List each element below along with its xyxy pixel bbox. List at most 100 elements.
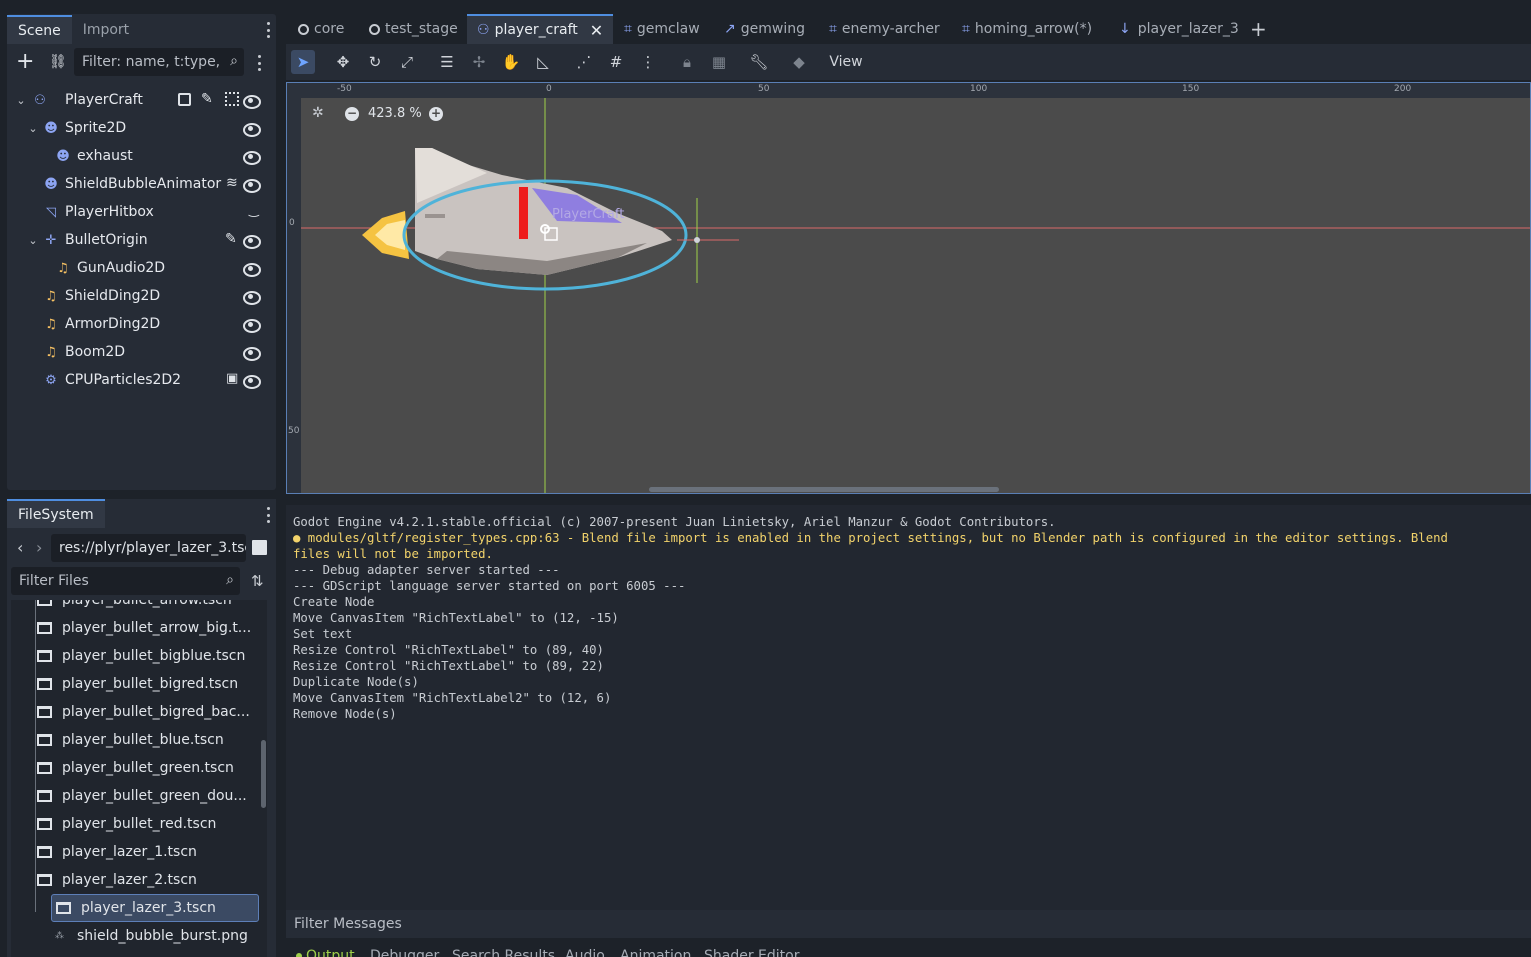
close-icon[interactable]: ✕ [590,21,603,40]
visibility-eye-icon[interactable] [243,319,261,333]
back-arrow-icon[interactable]: ‹ [17,538,23,557]
file-list: player_bullet_arrow.tscn player_bullet_a… [11,600,267,957]
tree-node-exhaust[interactable]: ☻ exhaust [7,142,269,170]
tab-filesystem[interactable]: FileSystem [7,499,105,528]
file-item[interactable]: ⁂ shield_bubble_burst.png [37,922,267,950]
pivot-tool-icon[interactable]: ✢ [467,50,491,74]
tab-import[interactable]: Import [72,15,140,44]
tab-enemy-archer[interactable]: ⌗ enemy-archer [829,14,940,44]
tab-gemwing[interactable]: ↗ gemwing [724,14,805,44]
visibility-eye-icon[interactable] [243,151,261,165]
signal-icon[interactable]: ≋ [226,175,238,191]
link-icon[interactable]: ⛓ [49,54,67,70]
forward-arrow-icon[interactable]: › [36,538,42,557]
tab-gemclaw[interactable]: ⌗ gemclaw [624,14,700,44]
grid-snap-icon[interactable]: # [604,50,628,74]
zoom-level[interactable]: 423.8 % [368,106,422,121]
tab-output[interactable]: Output [296,948,355,957]
tab-audio[interactable]: Audio [565,948,605,957]
visibility-eye-icon[interactable] [243,263,261,277]
group-icon[interactable]: ▦ [707,50,731,74]
file-item[interactable]: player_bullet_red.tscn [37,810,267,838]
file-item[interactable]: player_bullet_arrow.tscn [37,600,267,614]
tab-player-lazer-3[interactable]: ↓ player_lazer_3 [1119,14,1239,44]
tab-shader-editor[interactable]: Shader Editor [704,948,799,957]
tree-node-cpuparticles2d2[interactable]: ⚙ CPUParticles2D2 ▣ [7,366,269,394]
script-icon[interactable]: ✎ [201,91,213,107]
tree-node-playerhitbox[interactable]: ◹ PlayerHitbox ‿ [7,198,269,226]
file-item[interactable]: player_lazer_1.tscn [37,838,267,866]
skeleton-icon[interactable]: 🔧︎ [747,50,771,74]
smart-snap-icon[interactable]: ⋰ [572,50,596,74]
snap-options-icon[interactable]: ⋮ [636,50,660,74]
pan-tool-icon[interactable]: ✋ [499,50,523,74]
script-icon[interactable]: ✎ [225,231,237,247]
tree-node-sprite2d[interactable]: ⌄ ☻ Sprite2D [7,114,269,142]
file-item[interactable]: player_bullet_green.tscn [37,754,267,782]
filesystem-menu-icon[interactable] [266,507,270,523]
clapper-icon[interactable]: ▣ [226,371,238,386]
filter-files-input[interactable]: Filter Files ⌕ [11,567,240,595]
tab-debugger[interactable]: Debugger [370,948,439,957]
scene-dock-menu-icon[interactable] [266,22,270,38]
camera-override-icon[interactable]: ◆ [787,50,811,74]
scale-tool-icon[interactable]: ⤢ [395,50,419,74]
zoom-out-icon[interactable]: − [345,107,359,121]
zoom-in-icon[interactable]: + [429,107,443,121]
path-field[interactable]: res://plyr/player_lazer_3.tsc [51,534,246,562]
filter-messages-input[interactable]: Filter Messages [286,910,1531,938]
tree-node-armording2d[interactable]: ♫ ArmorDing2D [7,310,269,338]
chevron-down-icon[interactable]: ⌄ [26,234,40,247]
visibility-eye-icon[interactable] [243,123,261,137]
visibility-eye-icon[interactable] [243,375,261,389]
add-node-icon[interactable]: + [16,51,34,73]
tab-core[interactable]: core [298,14,344,44]
chevron-down-icon[interactable]: ⌄ [26,122,40,135]
visibility-eye-icon[interactable] [243,95,261,109]
visibility-eye-icon[interactable] [243,347,261,361]
split-view-icon[interactable] [252,540,267,555]
tree-node-bulletorigin[interactable]: ⌄ ✛ BulletOrigin ✎ [7,226,269,254]
visibility-eye-icon[interactable] [243,179,261,193]
scene-tree-menu-icon[interactable] [257,55,261,71]
view-menu-button[interactable]: View [826,50,866,74]
tree-node-playercraft[interactable]: ⌄ ⚇ PlayerCraft ✎ [7,86,269,114]
sort-icon[interactable]: ⇅ [251,572,264,590]
group-icon[interactable] [178,93,191,106]
tree-node-gunaudio2d[interactable]: ♫ GunAudio2D [7,254,269,282]
file-item-selected[interactable]: player_lazer_3.tscn [51,894,259,922]
file-item[interactable]: player_bullet_arrow_big.t... [37,614,267,642]
file-item[interactable]: player_lazer_2.tscn [37,866,267,894]
rotate-tool-icon[interactable]: ↻ [363,50,387,74]
tab-homing-arrow[interactable]: ⌗ homing_arrow(*) [962,14,1092,44]
file-item[interactable]: player_bullet_blue.tscn [37,726,267,754]
visibility-eye-icon[interactable] [243,291,261,305]
tab-label: Output [306,948,355,957]
tab-scene[interactable]: Scene [7,15,72,44]
tab-player-craft[interactable]: ⚇ player_craft ✕ [467,14,614,44]
center-view-icon[interactable]: ✲ [312,105,324,121]
file-item[interactable]: player_bullet_bigred.tscn [37,670,267,698]
tree-node-boom2d[interactable]: ♫ Boom2D [7,338,269,366]
lock-icon[interactable]: 🔒︎ [675,50,699,74]
canvas-viewport[interactable]: -50 0 50 100 150 200 0 50 PlayerCraft ✲ … [286,82,1531,494]
scene-filter-input[interactable]: Filter: name, t:type, ⌕ [74,48,244,76]
chevron-down-icon[interactable]: ⌄ [14,94,28,107]
select-tool-icon[interactable]: ➤ [291,50,315,74]
file-item[interactable]: player_bullet_bigblue.tscn [37,642,267,670]
tree-node-shieldbubbleanimator[interactable]: ☻ ShieldBubbleAnimator ≋ [7,170,269,198]
add-tab-icon[interactable]: + [1250,14,1267,44]
hidden-eye-icon[interactable]: ‿ [249,203,259,217]
selection-lock-icon[interactable] [225,92,239,106]
file-item[interactable]: player_bullet_green_dou... [37,782,267,810]
visibility-eye-icon[interactable] [243,235,261,249]
tab-test-stage[interactable]: test_stage [369,14,458,44]
ruler-tool-icon[interactable]: ◺ [531,50,555,74]
tab-animation[interactable]: Animation [620,948,691,957]
list-select-icon[interactable]: ☰ [435,50,459,74]
tab-search-results[interactable]: Search Results [452,948,555,957]
file-item[interactable]: player_bullet_bigred_bac... [37,698,267,726]
file-list-scrollbar[interactable] [261,740,266,808]
move-tool-icon[interactable]: ✥ [331,50,355,74]
tree-node-shieldding2d[interactable]: ♫ ShieldDing2D [7,282,269,310]
